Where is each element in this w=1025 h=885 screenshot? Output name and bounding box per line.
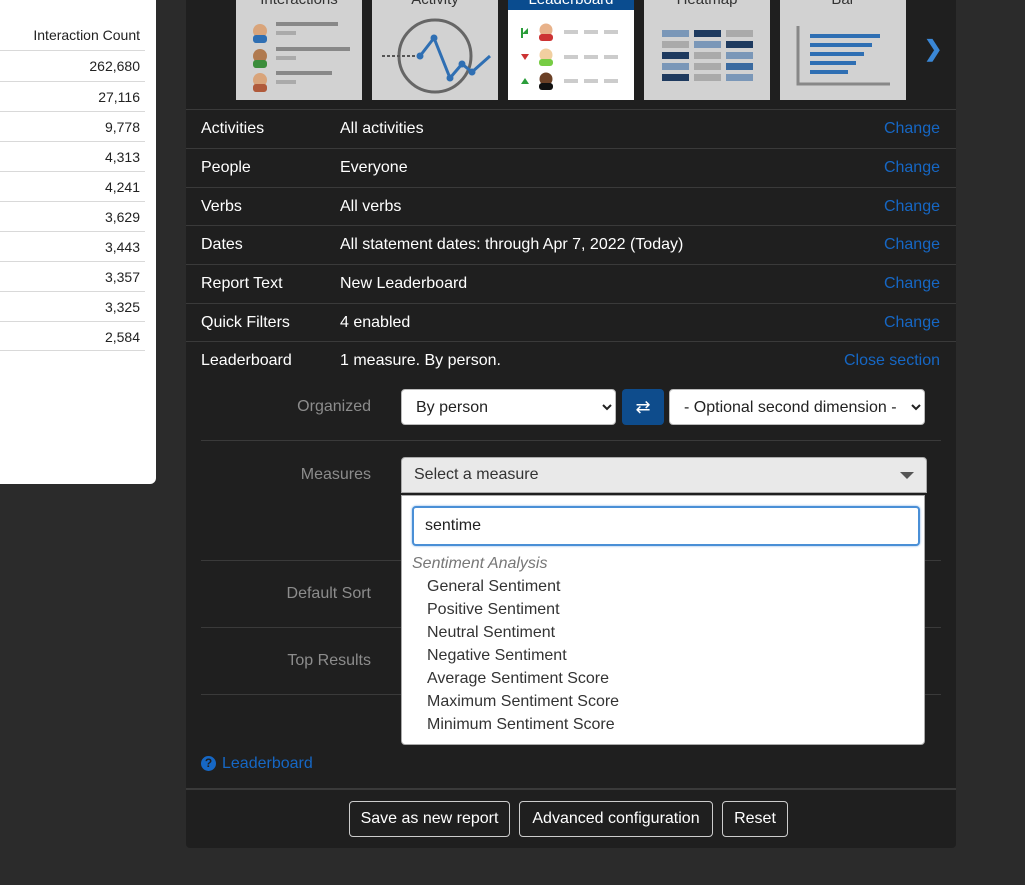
tile-label: Interactions: [236, 0, 362, 8]
divider: [201, 440, 941, 441]
chevron-right-icon[interactable]: ❯: [924, 36, 942, 62]
leaderboard-thumbnail-icon: [521, 23, 618, 90]
advanced-configuration-button[interactable]: Advanced configuration: [519, 801, 713, 837]
change-verbs-link[interactable]: Change: [884, 198, 940, 216]
setting-value: All activities: [340, 120, 424, 137]
tile-leaderboard[interactable]: Leaderboard: [508, 0, 634, 100]
setting-value: Everyone: [340, 159, 408, 176]
measure-placeholder: Select a measure: [414, 466, 539, 483]
option-minimum-sentiment-score[interactable]: Minimum Sentiment Score: [427, 716, 619, 739]
tile-bar[interactable]: Bar: [780, 0, 906, 100]
tile-label: Bar: [780, 0, 906, 8]
footer-divider: [186, 788, 956, 790]
measure-select[interactable]: Select a measure: [401, 457, 927, 493]
visualization-carousel: Interactions Activity: [186, 0, 956, 110]
second-dimension-select[interactable]: - Optional second dimension -: [669, 389, 925, 425]
change-dates-link[interactable]: Change: [884, 236, 940, 254]
change-people-link[interactable]: Change: [884, 159, 940, 177]
organized-select[interactable]: By person: [401, 389, 616, 425]
interaction-count-list: 262,680 27,116 9,778 4,313 4,241 3,629 3,443 3,…: [0, 50, 145, 351]
measure-dropdown: Sentiment Analysis General Sentiment Pos…: [401, 495, 925, 745]
interaction-count-cell: 262,680: [0, 50, 145, 81]
tile-interactions[interactable]: Interactions: [236, 0, 362, 100]
setting-row-quick-filters: Quick Filters 4 enabled Change: [186, 303, 956, 341]
setting-value: 1 measure. By person.: [340, 352, 501, 369]
setting-value: All verbs: [340, 198, 402, 215]
change-quick-filters-link[interactable]: Change: [884, 314, 940, 332]
setting-value: New Leaderboard: [340, 275, 468, 292]
interaction-count-cell: 27,116: [0, 81, 145, 111]
tile-activity[interactable]: Activity: [372, 0, 498, 100]
measure-options: General Sentiment Positive Sentiment Neu…: [427, 578, 619, 739]
option-neutral-sentiment[interactable]: Neutral Sentiment: [427, 624, 619, 647]
tile-label: Heatmap: [644, 0, 770, 8]
interaction-count-cell: 3,357: [0, 261, 145, 291]
top-results-label: Top Results: [287, 652, 371, 669]
report-settings: Activities All activities Change People …: [186, 109, 956, 380]
heatmap-thumbnail-icon: [662, 30, 753, 81]
setting-row-leaderboard: Leaderboard 1 measure. By person. Close …: [186, 341, 956, 380]
help-link-label: Leaderboard: [222, 755, 313, 772]
setting-label: Activities: [201, 120, 265, 137]
organized-label: Organized: [297, 398, 371, 415]
setting-row-verbs: Verbs All verbs Change: [186, 187, 956, 225]
caret-down-icon: [900, 472, 914, 479]
change-activities-link[interactable]: Change: [884, 120, 940, 138]
bar-thumbnail-icon: [796, 26, 890, 86]
setting-label: Verbs: [201, 198, 242, 215]
option-positive-sentiment[interactable]: Positive Sentiment: [427, 601, 619, 624]
option-general-sentiment[interactable]: General Sentiment: [427, 578, 619, 601]
setting-row-report-text: Report Text New Leaderboard Change: [186, 264, 956, 303]
interaction-count-cell: 9,778: [0, 111, 145, 141]
change-report-text-link[interactable]: Change: [884, 275, 940, 293]
interaction-count-panel: Interaction Count 262,680 27,116 9,778 4,31…: [0, 0, 156, 484]
interaction-count-cell: 3,443: [0, 231, 145, 261]
save-as-new-report-button[interactable]: Save as new report: [349, 801, 510, 837]
setting-label: People: [201, 159, 251, 176]
option-average-sentiment-score[interactable]: Average Sentiment Score: [427, 670, 619, 693]
setting-label: Quick Filters: [201, 314, 290, 331]
report-builder-panel: Interactions Activity: [186, 0, 956, 848]
reset-button[interactable]: Reset: [722, 801, 788, 837]
tile-label: Leaderboard: [508, 0, 634, 8]
option-maximum-sentiment-score[interactable]: Maximum Sentiment Score: [427, 693, 619, 716]
setting-row-people: People Everyone Change: [186, 148, 956, 187]
interactions-thumbnail-icon: [253, 22, 350, 92]
setting-label: Dates: [201, 236, 243, 253]
setting-row-activities: Activities All activities Change: [186, 109, 956, 148]
leaderboard-help-link[interactable]: ? Leaderboard: [201, 755, 313, 773]
setting-value: 4 enabled: [340, 314, 411, 331]
interaction-count-cell: 3,325: [0, 291, 145, 321]
default-sort-label: Default Sort: [286, 585, 371, 602]
swap-arrows-icon[interactable]: ⇄: [622, 389, 664, 425]
setting-label: Report Text: [201, 275, 283, 292]
option-group-label: Sentiment Analysis: [412, 555, 548, 572]
setting-value: All statement dates: through Apr 7, 2022…: [340, 236, 684, 253]
interaction-count-cell: 4,313: [0, 141, 145, 171]
tile-heatmap[interactable]: Heatmap: [644, 0, 770, 100]
column-header-interaction-count[interactable]: Interaction Count: [33, 27, 140, 43]
activity-thumbnail-icon: [382, 18, 491, 94]
measure-search-input[interactable]: [412, 506, 920, 546]
measures-label: Measures: [300, 466, 371, 483]
question-circle-icon: ?: [201, 756, 216, 771]
interaction-count-cell: 2,584: [0, 321, 145, 351]
interaction-count-cell: 3,629: [0, 201, 145, 231]
close-section-link[interactable]: Close section: [844, 352, 940, 370]
interaction-count-cell: 4,241: [0, 171, 145, 201]
option-negative-sentiment[interactable]: Negative Sentiment: [427, 647, 619, 670]
setting-label: Leaderboard: [201, 352, 292, 369]
setting-row-dates: Dates All statement dates: through Apr 7…: [186, 225, 956, 264]
tile-label: Activity: [372, 0, 498, 8]
